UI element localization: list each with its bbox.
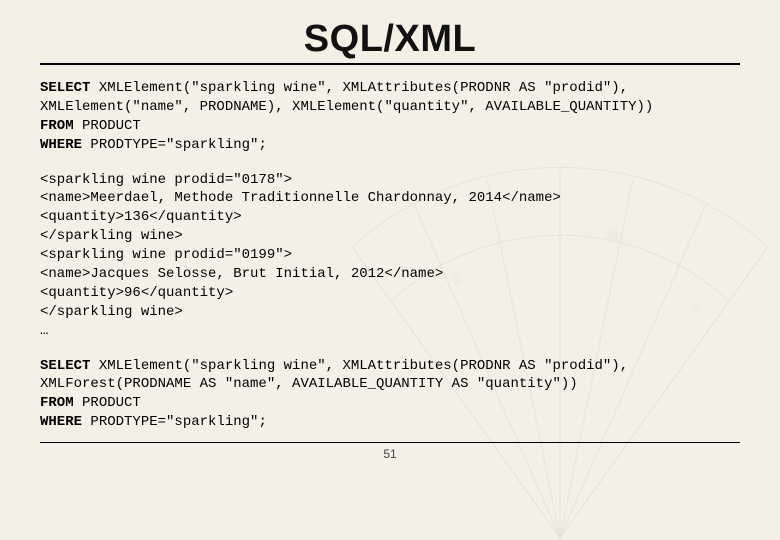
sql-query-2: SELECT XMLElement("sparkling wine", XMLA… [40, 357, 740, 433]
slide-title: SQL/XML [40, 18, 740, 61]
slide-container: SQL/XML SELECT XMLElement("sparkling win… [0, 0, 780, 540]
footer-line [40, 442, 740, 443]
sql-query-1: SELECT XMLElement("sparkling wine", XMLA… [40, 79, 740, 155]
title-underline [40, 63, 740, 65]
page-number: 51 [40, 447, 740, 461]
xml-output: <sparkling wine prodid="0178"> <name>Mee… [40, 171, 740, 341]
